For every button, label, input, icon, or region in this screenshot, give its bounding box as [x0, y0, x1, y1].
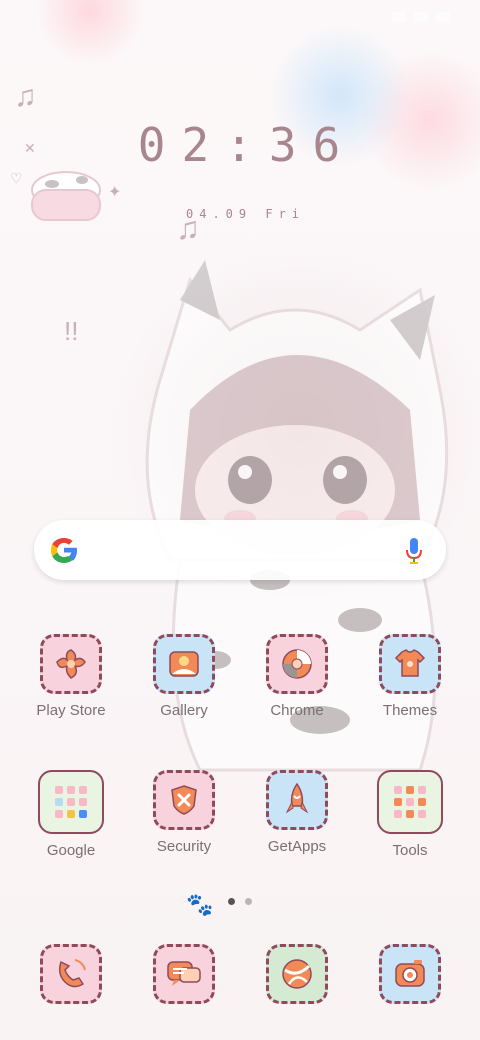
- folder-grid-icon: [55, 786, 87, 818]
- app-label: Themes: [382, 702, 438, 719]
- folder-tile[interactable]: [377, 770, 443, 834]
- clock-time: 02:36: [137, 118, 357, 172]
- app-tile[interactable]: [379, 634, 441, 694]
- app-label: Tools: [392, 842, 428, 859]
- camera-icon: [395, 960, 425, 987]
- app-label: Play Store: [36, 702, 106, 719]
- sparkle-icon: ✦: [108, 184, 122, 201]
- app-tile[interactable]: [266, 634, 328, 694]
- swirl-icon: [282, 649, 312, 679]
- app-security[interactable]: Security: [129, 770, 239, 855]
- app-label: Google: [46, 842, 96, 859]
- app-chrome[interactable]: Chrome: [242, 634, 352, 719]
- app-tile[interactable]: [379, 944, 441, 1004]
- app-tile[interactable]: [266, 944, 328, 1004]
- mic-icon[interactable]: [404, 536, 424, 566]
- status-bar: [392, 12, 450, 22]
- page-dot-active: [228, 898, 235, 905]
- folder-grid-icon: [394, 786, 426, 818]
- photo-icon: [169, 651, 199, 677]
- shield-icon: [171, 785, 197, 815]
- battery-icon: [436, 12, 450, 22]
- app-play-store[interactable]: Play Store: [16, 634, 126, 719]
- app-tile[interactable]: [153, 770, 215, 830]
- app-label: Gallery: [160, 702, 208, 719]
- flower-icon: [56, 649, 86, 679]
- wifi-icon: [414, 12, 428, 22]
- app-label: Security: [156, 838, 212, 855]
- clock-date: 04.09 Fri: [186, 207, 306, 221]
- app-getapps[interactable]: GetApps: [242, 770, 352, 855]
- dock-browser[interactable]: [242, 944, 352, 1004]
- app-tile[interactable]: [40, 944, 102, 1004]
- folder-tile[interactable]: [38, 770, 104, 834]
- app-tile[interactable]: [266, 770, 328, 830]
- app-label: GetApps: [267, 838, 327, 855]
- google-logo-icon: [51, 538, 77, 563]
- shirt-icon: [394, 649, 426, 677]
- heart-icon: ♡: [10, 170, 23, 186]
- app-tools-folder[interactable]: Tools: [355, 770, 465, 859]
- dock-phone[interactable]: [16, 944, 126, 1004]
- signal-icon: [392, 12, 406, 22]
- rocket-icon: [285, 782, 309, 814]
- dock-camera[interactable]: [355, 944, 465, 1004]
- app-tile[interactable]: [153, 634, 215, 694]
- paw-icon: 🐾: [186, 892, 214, 917]
- app-tile[interactable]: [40, 634, 102, 694]
- messages-icon: [167, 961, 201, 986]
- exclaim-icon: !!: [64, 316, 79, 346]
- phone-icon: [58, 959, 86, 988]
- app-themes[interactable]: Themes: [355, 634, 465, 719]
- page-dot: [245, 898, 252, 905]
- app-google-folder[interactable]: Google: [16, 770, 126, 859]
- google-search-bar[interactable]: [34, 520, 446, 580]
- app-tile[interactable]: [153, 944, 215, 1004]
- app-label: Chrome: [270, 702, 324, 719]
- app-gallery[interactable]: Gallery: [129, 634, 239, 719]
- music-note-icon: ♫: [14, 80, 37, 113]
- browser-icon: [282, 959, 312, 989]
- page-indicator: [228, 898, 252, 905]
- dock-messages[interactable]: [129, 944, 239, 1004]
